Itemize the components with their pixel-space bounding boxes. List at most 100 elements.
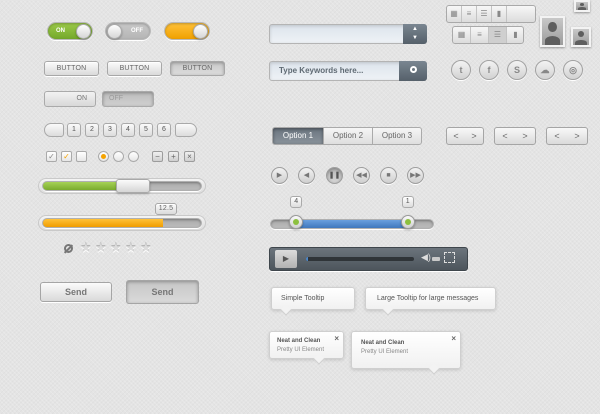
send-button[interactable]: Send: [40, 282, 112, 302]
pause-icon[interactable]: ❚❚: [326, 167, 343, 184]
close-icon[interactable]: ×: [334, 334, 339, 343]
chevron-right-icon[interactable]: >: [515, 128, 535, 144]
toggle-off[interactable]: OFF: [105, 22, 151, 40]
detail-view-icon[interactable]: ☰: [477, 6, 492, 22]
video-progress[interactable]: [306, 257, 414, 261]
view-switcher-top[interactable]: ▦ ≡ ☰ ▮: [446, 5, 536, 23]
page-3[interactable]: 3: [103, 123, 117, 137]
fullscreen-icon[interactable]: [444, 252, 455, 263]
volume-slider[interactable]: [432, 257, 440, 261]
fast-forward-icon[interactable]: ▶▶: [407, 167, 424, 184]
card-tooltip-title: Neat and Clean: [277, 338, 321, 344]
volume-icon[interactable]: ◀): [421, 252, 431, 263]
page-prev-button[interactable]: [44, 123, 64, 137]
video-play-button[interactable]: ▶: [275, 250, 297, 268]
skype-icon[interactable]: S: [507, 60, 527, 80]
range-handle-right[interactable]: [400, 215, 415, 229]
card-tooltip-large: Neat and Clean Pretty UI Element ×: [351, 331, 461, 375]
facebook-icon[interactable]: f: [479, 60, 499, 80]
chevron-left-icon[interactable]: <: [495, 128, 515, 144]
page-next-button[interactable]: [175, 123, 197, 137]
card-tooltip: Neat and Clean Pretty UI Element ×: [269, 331, 344, 365]
star-icon[interactable]: ★: [140, 240, 152, 256]
chevron-right-icon[interactable]: >: [567, 128, 587, 144]
close-icon[interactable]: ×: [184, 151, 195, 162]
view-switcher[interactable]: ▦ ≡ ☰ ▮: [452, 26, 524, 44]
button-normal[interactable]: BUTTON: [44, 61, 99, 76]
slider-value-badge: 12.5: [155, 203, 177, 215]
avatar: [540, 16, 565, 47]
segment-off[interactable]: OFF: [102, 91, 154, 107]
tooltip-tail: [313, 353, 325, 365]
cover-view-icon[interactable]: ▮: [492, 6, 507, 22]
radio-selected[interactable]: [98, 151, 109, 162]
search-input[interactable]: Type Keywords here...: [279, 61, 399, 81]
stop-icon[interactable]: ■: [380, 167, 397, 184]
dropdown-arrows[interactable]: ▲ ▼: [403, 24, 427, 44]
play-icon[interactable]: ▶: [271, 167, 288, 184]
rewind-icon[interactable]: ◀◀: [353, 167, 370, 184]
toggle-orange[interactable]: [164, 22, 210, 40]
checkbox-unchecked[interactable]: [76, 151, 87, 162]
chevron-right-icon[interactable]: >: [465, 128, 483, 144]
card-tooltip-sub: Pretty UI Element: [277, 347, 325, 353]
search-button[interactable]: [399, 61, 427, 81]
segment-on[interactable]: ON: [44, 91, 96, 107]
grid-view-icon[interactable]: ▦: [447, 6, 462, 22]
tab-option-1[interactable]: Option 1: [272, 127, 324, 145]
checkbox-checked-orange[interactable]: ✓: [61, 151, 72, 162]
star-icon[interactable]: ★: [95, 240, 107, 256]
close-icon[interactable]: ×: [451, 334, 456, 343]
prev-icon[interactable]: ◀: [298, 167, 315, 184]
card-tooltip-sub: Pretty UI Element: [361, 349, 409, 355]
star-icon[interactable]: ★: [80, 240, 92, 256]
cover-view-icon[interactable]: ▮: [507, 27, 524, 43]
toggle-knob: [76, 24, 91, 39]
radio-unselected[interactable]: [113, 151, 124, 162]
avatar: [571, 27, 591, 47]
search-icon: [409, 66, 417, 73]
button-pressed[interactable]: BUTTON: [170, 61, 225, 76]
dribbble-icon[interactable]: ◎: [563, 60, 583, 80]
cloud-icon[interactable]: ☁: [535, 60, 555, 80]
toggle-knob: [193, 24, 208, 39]
page-6[interactable]: 6: [157, 123, 171, 137]
chevron-left-icon[interactable]: <: [447, 128, 465, 144]
page-2[interactable]: 2: [85, 123, 99, 137]
range-value-left: 4: [290, 196, 303, 208]
progress-fill: [43, 219, 163, 227]
chevron-left-icon[interactable]: <: [547, 128, 567, 144]
star-icon[interactable]: ★: [110, 240, 122, 256]
toggle-knob: [107, 24, 122, 39]
minus-icon[interactable]: −: [152, 151, 163, 162]
button-hover[interactable]: BUTTON: [107, 61, 162, 76]
checkbox-checked[interactable]: ✓: [46, 151, 57, 162]
slider-handle[interactable]: [116, 179, 151, 193]
tooltip-tail: [280, 304, 292, 316]
list-view-icon[interactable]: ≡: [462, 6, 477, 22]
progress-orange[interactable]: [42, 218, 202, 228]
radio-unselected[interactable]: [128, 151, 139, 162]
plus-icon[interactable]: +: [168, 151, 179, 162]
toggle-on[interactable]: ON: [47, 22, 93, 40]
twitter-icon[interactable]: t: [451, 60, 471, 80]
arrow-pair[interactable]: < >: [494, 127, 536, 145]
page-5[interactable]: 5: [139, 123, 153, 137]
tab-option-3[interactable]: Option 3: [372, 127, 422, 145]
range-value-right: 1: [401, 196, 414, 208]
tooltip-tail: [428, 363, 440, 375]
star-icon[interactable]: ★: [125, 240, 137, 256]
list-view-icon[interactable]: ≡: [471, 27, 489, 43]
grid-view-icon[interactable]: ▦: [453, 27, 471, 43]
toggle-off-label: OFF: [131, 28, 143, 34]
simple-tooltip: Simple Tooltip: [271, 287, 355, 316]
toggle-on-label: ON: [56, 28, 65, 34]
tooltip-tail: [382, 304, 394, 316]
page-1[interactable]: 1: [67, 123, 81, 137]
arrow-pair[interactable]: < >: [446, 127, 484, 145]
arrow-pair[interactable]: < >: [546, 127, 588, 145]
tab-option-2[interactable]: Option 2: [323, 127, 373, 145]
detail-view-icon[interactable]: ☰: [489, 27, 507, 43]
page-4[interactable]: 4: [121, 123, 135, 137]
send-button-pressed[interactable]: Send: [126, 280, 199, 304]
